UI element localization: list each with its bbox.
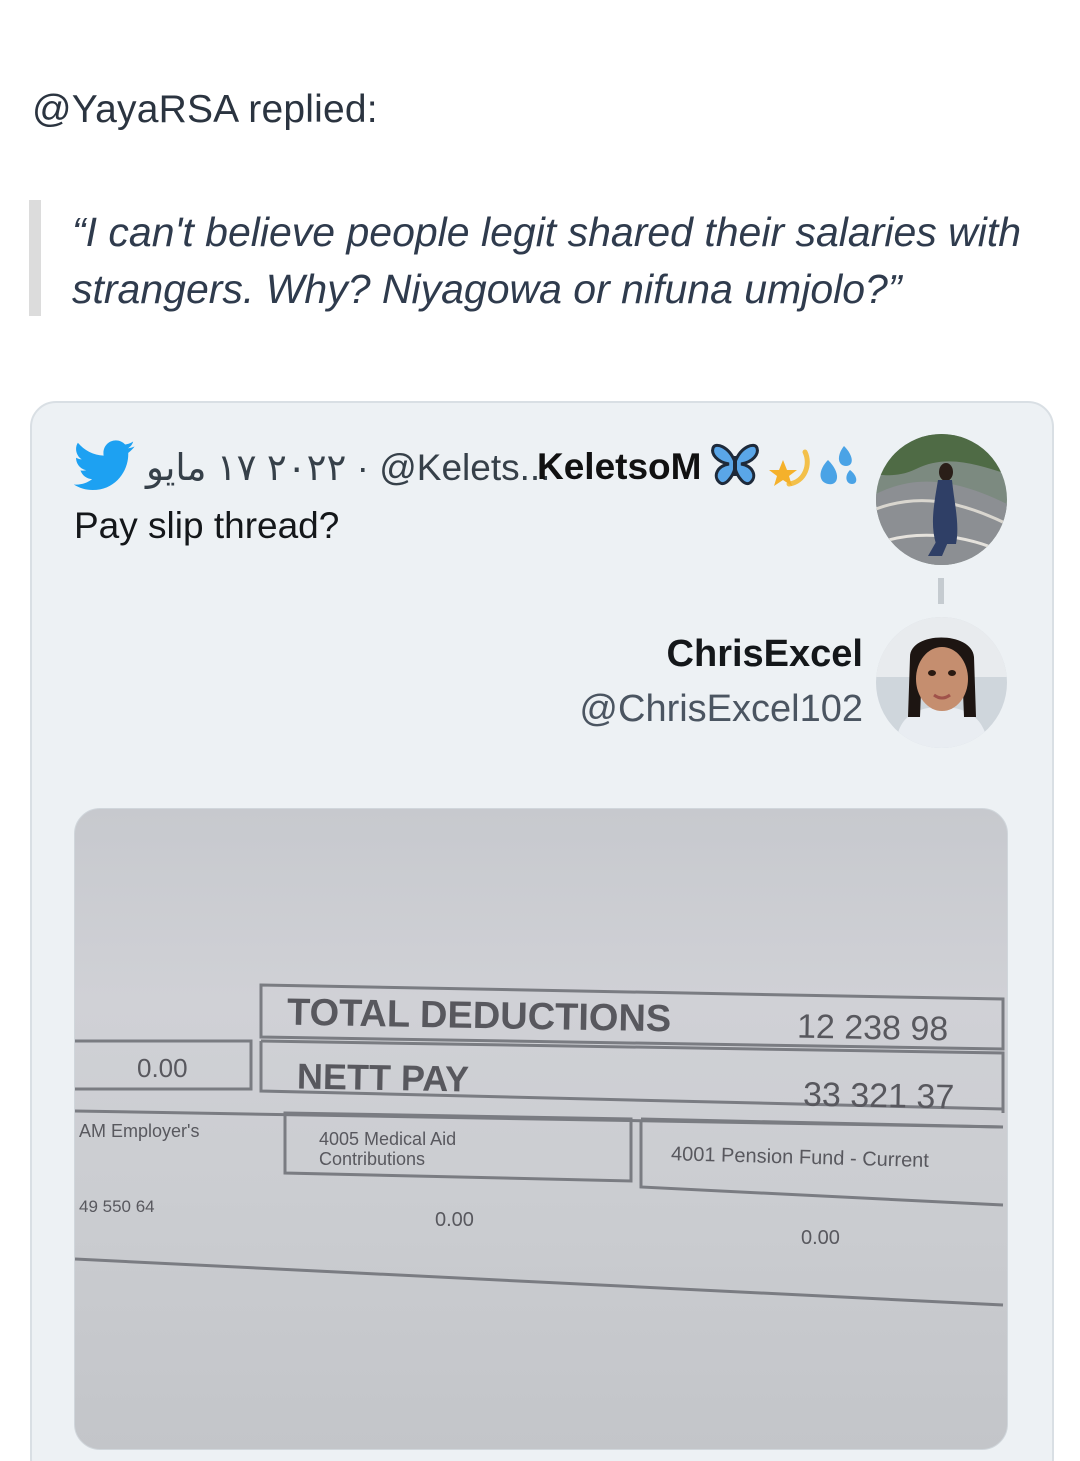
- left-value: 0.00: [137, 1053, 188, 1083]
- quote-text: “I can't believe people legit shared the…: [72, 209, 1022, 312]
- twitter-bird-icon[interactable]: [74, 440, 136, 492]
- nett-pay-value: 33 321 37: [802, 1075, 955, 1117]
- dizzy-star-icon: [769, 449, 810, 487]
- reply-header: @YayaRSA replied:: [32, 88, 378, 131]
- page: @YayaRSA replied: “I can't believe peopl…: [0, 0, 1080, 1461]
- avatar-chrisexcel[interactable]: [876, 617, 1007, 748]
- butterfly-icon: [711, 443, 759, 485]
- quote-bar: [29, 200, 41, 316]
- avatar-keletsom[interactable]: [876, 434, 1007, 565]
- reply-author-name[interactable]: ChrisExcel: [667, 633, 863, 676]
- col2-label: 4005 Medical Aid Contributions: [319, 1129, 457, 1169]
- thread-connector: [938, 578, 944, 604]
- author-name[interactable]: KeletsoM: [537, 446, 701, 488]
- tweet-text: Pay slip thread?: [74, 505, 340, 546]
- col1-value: 49 550 64: [79, 1197, 155, 1216]
- tweet-meta[interactable]: ٢٠٢٢ ١٧ مايو · @Kelets...: [146, 446, 550, 489]
- sweat-droplets-icon: [820, 446, 857, 485]
- quote-block: “I can't believe people legit shared the…: [29, 200, 1049, 316]
- payslip-photo[interactable]: TOTAL DEDUCTIONS 12 238 98 0.00 NETT PAY…: [74, 808, 1008, 1450]
- total-deductions-value: 12 238 98: [796, 1007, 949, 1049]
- payslip-lines: [75, 983, 1005, 1307]
- col2-value: 0.00: [435, 1209, 474, 1231]
- reply-author-handle[interactable]: @ChrisExcel102: [579, 688, 863, 731]
- col3-value: 0.00: [801, 1227, 840, 1249]
- total-deductions-label: TOTAL DEDUCTIONS: [286, 991, 672, 1041]
- col1-label: AM Employer's: [79, 1121, 200, 1141]
- nett-pay-label: NETT PAY: [296, 1055, 470, 1100]
